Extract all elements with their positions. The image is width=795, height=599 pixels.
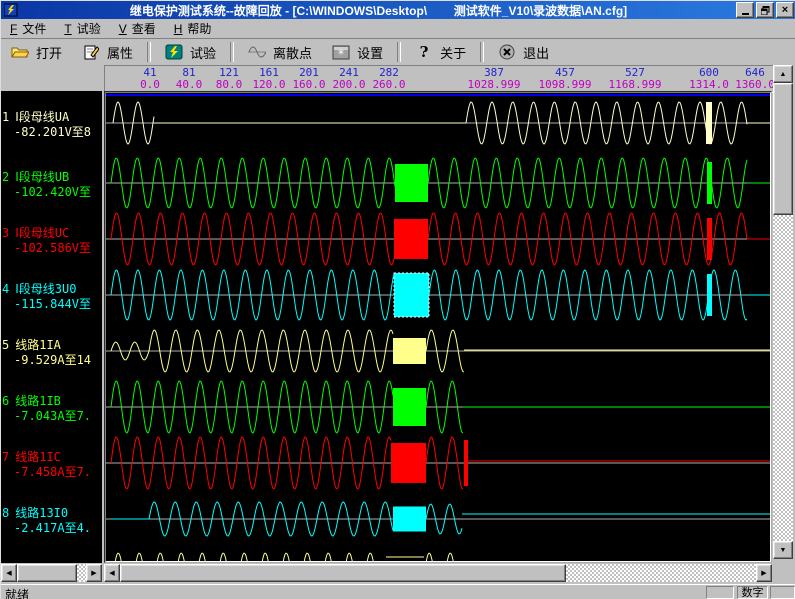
exit-label: 退出 <box>523 43 549 62</box>
channel-label-7: 7线路1IC-7.458A至7. <box>2 450 102 480</box>
waveform-scrollbar[interactable]: ◀ ▶ <box>104 564 772 582</box>
properties-label: 属性 <box>107 43 133 62</box>
settings-label: 设置 <box>357 43 383 62</box>
exit-button[interactable]: 退出 <box>488 41 559 64</box>
properties-icon <box>82 44 100 60</box>
app-window: 继电保护测试系统--故障回放 - [C:\WINDOWS\Desktop\ 测试… <box>0 0 795 599</box>
vertical-scroll-thumb[interactable] <box>773 83 793 215</box>
time-ruler: 410.08140.012180.0161120.0201160.0241200… <box>104 65 774 93</box>
vertical-scrollbar[interactable]: ▲ ▼ <box>773 65 793 559</box>
menu-help-label: 帮助 <box>187 22 211 36</box>
discrete-points-button[interactable]: 离散点 <box>238 41 322 64</box>
exit-icon <box>498 44 516 60</box>
test-lightning-icon <box>165 44 183 60</box>
menu-test-label: 试验 <box>77 22 101 36</box>
ruler-tick-282: 282260.0 <box>344 67 434 91</box>
label-scroll-right-button[interactable]: ▶ <box>86 564 102 582</box>
menu-file-hotkey: F <box>10 22 17 36</box>
test-button[interactable]: 试验 <box>155 41 226 64</box>
ruler-tick-646: 6461360.0 <box>710 67 774 91</box>
discrete-points-label: 离散点 <box>273 43 312 62</box>
app-icon <box>4 3 18 17</box>
menu-test[interactable]: T 试验 <box>55 18 109 39</box>
properties-button[interactable]: 属性 <box>72 41 143 64</box>
toolbar-separator <box>147 42 151 62</box>
about-label: 关于 <box>440 43 466 62</box>
svg-text:*: * <box>338 47 344 60</box>
status-bar: 就绪 数字 <box>1 584 795 599</box>
title-bar: 继电保护测试系统--故障回放 - [C:\WINDOWS\Desktop\ 测试… <box>1 1 795 19</box>
menu-test-hotkey: T <box>64 22 71 36</box>
channel-label-6: 6线路1IB-7.043A至7. <box>2 394 102 424</box>
waveform-svg <box>106 93 770 561</box>
arrow-right-icon: ▶ <box>91 569 96 577</box>
channel-label-8: 8线路13I0-2.417A至4. <box>2 506 102 536</box>
channel-label-1: 1Ⅰ段母线UA-82.201V至8 <box>2 110 102 140</box>
wave-scroll-thumb[interactable] <box>120 564 566 582</box>
waveform-panel[interactable] <box>104 91 772 563</box>
arrow-left-icon: ◀ <box>109 569 114 577</box>
channel-label-2: 2Ⅰ段母线UB-102.420V至 <box>2 170 102 200</box>
menu-help-hotkey: H <box>174 22 183 36</box>
wave-scroll-right-button[interactable]: ▶ <box>756 564 772 582</box>
channel-label-4: 4Ⅰ段母线3U0-115.844V至 <box>2 282 102 312</box>
status-mode-indicator: 数字 <box>737 586 768 599</box>
about-question-icon: ? <box>415 44 433 60</box>
menu-help[interactable]: H 帮助 <box>165 18 221 39</box>
channel-label-3: 3Ⅰ段母线UC-102.586V至 <box>2 226 102 256</box>
toolbar-separator <box>230 42 234 62</box>
open-button[interactable]: 打开 <box>1 41 72 64</box>
menu-file-label: 文件 <box>22 22 46 36</box>
close-button[interactable]: × <box>776 2 794 18</box>
toolbar-separator <box>480 42 484 62</box>
arrow-left-icon: ◀ <box>6 569 11 577</box>
arrow-up-icon: ▲ <box>780 71 787 78</box>
menu-bar: F 文件 T 试验 V 查看 H 帮助 <box>1 19 795 39</box>
menu-view[interactable]: V 查看 <box>110 18 165 39</box>
minimize-button[interactable] <box>736 2 754 18</box>
menu-view-hotkey: V <box>119 22 127 36</box>
window-title: 继电保护测试系统--故障回放 - [C:\WINDOWS\Desktop\ 测试… <box>21 2 736 19</box>
menu-view-label: 查看 <box>132 22 156 36</box>
label-panel-scrollbar[interactable]: ◀ ▶ <box>1 564 102 582</box>
discrete-points-icon <box>248 44 266 60</box>
wave-scroll-left-button[interactable]: ◀ <box>104 564 120 582</box>
svg-text:?: ? <box>420 44 429 60</box>
channel-label-5: 5线路1IA-9.529A至14 <box>2 338 102 368</box>
channel-label-panel: 1Ⅰ段母线UA-82.201V至8 2Ⅰ段母线UB-102.420V至 3Ⅰ段母线U… <box>1 91 102 563</box>
toolbar-separator <box>397 42 401 62</box>
menu-file[interactable]: F 文件 <box>1 18 55 39</box>
toolbar: 打开 属性 试验 离散点 * 设置 <box>1 39 795 65</box>
settings-icon: * <box>332 44 350 60</box>
open-label: 打开 <box>36 43 62 62</box>
arrow-right-icon: ▶ <box>761 569 766 577</box>
status-panel-empty-2 <box>770 586 795 599</box>
scroll-up-button[interactable]: ▲ <box>773 65 793 83</box>
label-scroll-thumb[interactable] <box>17 564 77 582</box>
open-folder-icon <box>11 44 29 60</box>
scroll-down-button[interactable]: ▼ <box>773 541 793 559</box>
test-label: 试验 <box>190 43 216 62</box>
restore-button[interactable] <box>756 2 774 18</box>
arrow-down-icon: ▼ <box>780 547 787 554</box>
label-scroll-left-button[interactable]: ◀ <box>1 564 17 582</box>
settings-button[interactable]: * 设置 <box>322 41 393 64</box>
status-panel-empty-1 <box>706 586 734 599</box>
about-button[interactable]: ? 关于 <box>405 41 476 64</box>
status-text: 就绪 <box>5 586 29 599</box>
